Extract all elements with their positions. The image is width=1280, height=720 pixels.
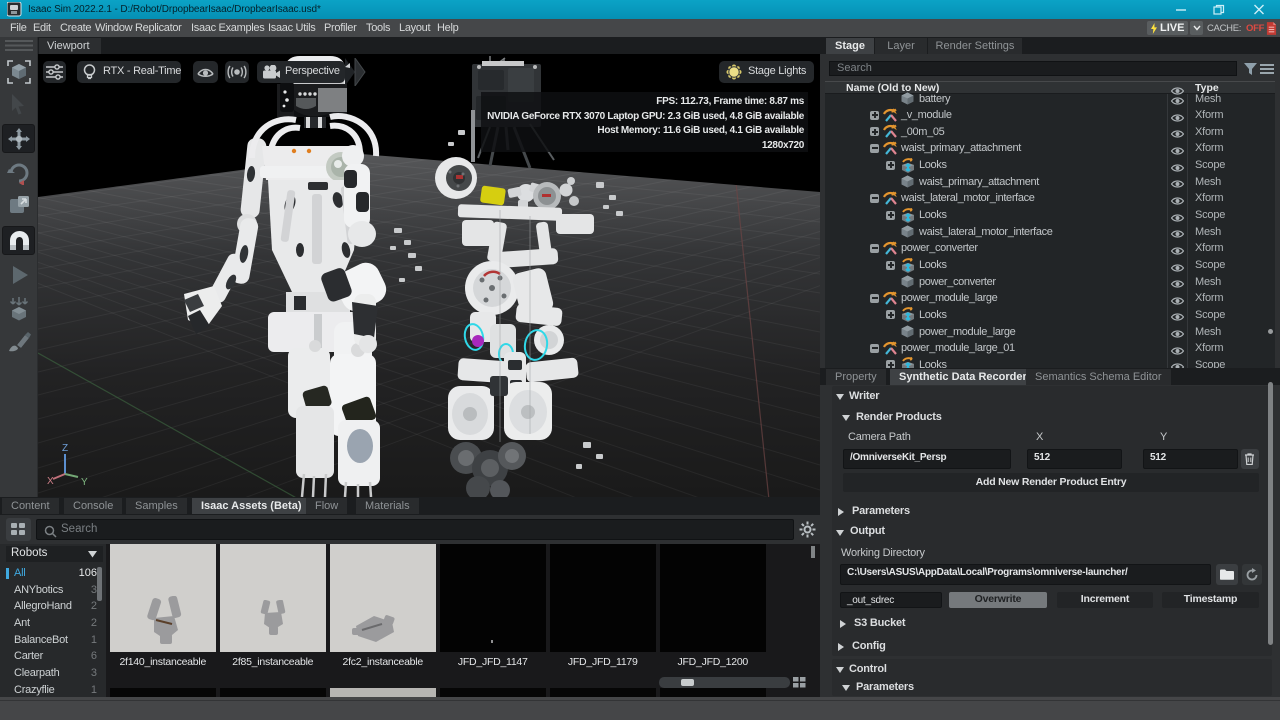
svg-text:X: X [47, 476, 54, 486]
svg-text:Z: Z [62, 443, 68, 454]
svg-text:Y: Y [81, 477, 88, 486]
